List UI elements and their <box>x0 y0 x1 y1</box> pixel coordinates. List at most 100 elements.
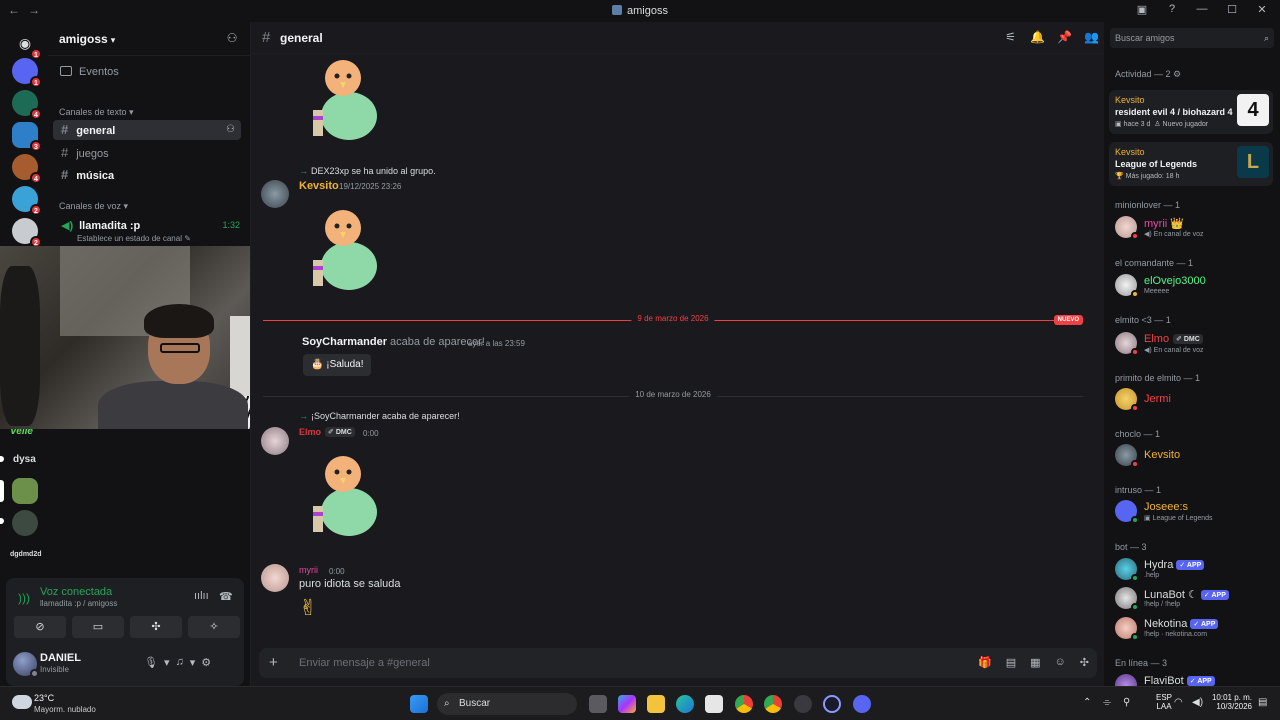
avatar[interactable] <box>261 427 289 455</box>
cloud-icon[interactable] <box>12 695 32 709</box>
member-item[interactable]: LunaBot ☾ ✓ APP !help / !help <box>1115 585 1275 613</box>
member-item[interactable]: Joseee:s ▣ League of Legends <box>1115 498 1275 526</box>
member-item[interactable]: myrii 👑 ◀) En canal de voz <box>1115 214 1275 242</box>
notification-icon[interactable]: ▤ <box>1258 697 1267 708</box>
plus-icon[interactable]: + <box>269 654 278 671</box>
weather-temp[interactable]: 23°C <box>34 693 54 703</box>
gif-icon[interactable]: ▤ <box>1006 656 1016 669</box>
server-icon-8[interactable] <box>12 510 38 536</box>
message-author[interactable]: SoyCharmander acaba de aparecer! <box>302 336 485 348</box>
bell-icon[interactable]: 🔔 <box>1030 30 1045 44</box>
server-icon-4[interactable]: 4 <box>12 154 42 184</box>
pin-icon[interactable]: 📌 <box>1057 30 1072 44</box>
avatar[interactable] <box>261 180 289 208</box>
emoji-icon[interactable]: ☺ <box>1055 656 1066 669</box>
edge-icon[interactable] <box>676 695 694 713</box>
mic-icon[interactable]: 🎙 <box>144 656 158 669</box>
activity-card[interactable]: Kevsito resident evil 4 / biohazard 4 ▣ … <box>1109 90 1273 134</box>
steam-icon[interactable] <box>794 695 812 713</box>
activity-card[interactable]: Kevsito League of Legends 🏆 Más jugado: … <box>1109 142 1273 186</box>
channel-musica[interactable]: # música <box>53 165 241 185</box>
member-item[interactable]: FlaviBot ✓ APP <box>1115 672 1275 686</box>
soundboard-button[interactable]: ✧ <box>188 616 240 638</box>
network-icon[interactable]: ⌯ <box>1103 697 1111 708</box>
member-item[interactable]: Hydra ✓ APP .help <box>1115 556 1275 584</box>
vpn-icon[interactable]: ⚲ <box>1123 697 1130 708</box>
member-item[interactable]: Jermi <box>1115 386 1275 414</box>
language-indicator[interactable]: ESP LAA <box>1156 693 1172 711</box>
new-messages-divider: 9 de marzo de 2026 NUEVO <box>263 314 1083 325</box>
copilot-icon[interactable] <box>618 695 636 713</box>
headphones-icon[interactable]: ♫ <box>176 656 184 669</box>
text-category[interactable]: Canales de texto ▾ <box>59 107 134 118</box>
inbox-icon[interactable]: ▣ <box>1134 3 1150 16</box>
member-sub: .help <box>1144 572 1160 579</box>
server-icon-2[interactable]: 4 <box>12 90 42 120</box>
apps-icon[interactable]: ✣ <box>1080 656 1089 669</box>
message-composer[interactable]: + Enviar mensaje a #general 🎁 ▤ ▦ ☺ ✣ <box>259 648 1097 678</box>
chrome-profile-icon[interactable] <box>764 695 782 713</box>
taskbar-search[interactable]: ⌕ Buscar <box>437 693 577 715</box>
events-link[interactable]: Eventos <box>60 66 119 78</box>
add-friend-icon[interactable]: ⚇ <box>224 31 240 47</box>
group-header: bot — 3 <box>1115 542 1147 552</box>
channel-general[interactable]: # general ⚇ <box>53 120 241 140</box>
chevron-down-icon[interactable]: ▾ <box>164 656 170 669</box>
threads-icon[interactable]: ⚟ <box>1003 30 1018 44</box>
volume-icon[interactable]: ◀) <box>1192 697 1203 708</box>
voice-connected-label[interactable]: Voz conectada <box>40 586 112 598</box>
gear-icon[interactable]: ⚙ <box>201 656 211 669</box>
maximize-button[interactable]: ☐ <box>1224 3 1240 16</box>
channel-juegos[interactable]: # juegos <box>53 143 241 163</box>
server-icon-3[interactable]: 3 <box>12 122 42 152</box>
file-explorer-icon[interactable] <box>647 695 665 713</box>
close-button[interactable]: ✕ <box>1254 3 1270 16</box>
chrome-icon[interactable] <box>735 695 753 713</box>
voice-channel[interactable]: ◀) llamadita :p <box>61 219 140 232</box>
store-icon[interactable] <box>705 695 723 713</box>
search-input[interactable]: Buscar amigos ⌕ <box>1110 28 1274 48</box>
server-icon-dm[interactable]: 1 <box>12 58 42 88</box>
message-author[interactable]: Kevsito <box>299 180 339 192</box>
chevron-down-icon[interactable]: ▾ <box>190 656 196 669</box>
chevron-up-icon[interactable]: ⌃ <box>1083 697 1091 708</box>
member-item[interactable]: Nekotina ✓ APP !help · nekotina.com <box>1115 615 1275 643</box>
member-item[interactable]: elOvejo3000 Meeeee <box>1115 272 1275 300</box>
composer-input[interactable]: Enviar mensaje a #general <box>299 657 430 669</box>
message-author[interactable]: Elmo ✐ DMC <box>299 427 355 437</box>
noise-suppression-icon[interactable]: ıılıı <box>194 590 209 602</box>
server-icon-7[interactable] <box>12 478 38 504</box>
minimize-button[interactable]: — <box>1194 3 1210 16</box>
members-icon[interactable]: 👥 <box>1084 30 1099 44</box>
server-icon-6[interactable]: 2 <box>12 218 42 248</box>
member-item[interactable]: Kevsito <box>1115 442 1275 470</box>
server-icon-5[interactable]: 2 <box>12 186 42 216</box>
weather-desc[interactable]: Mayorm. nublado <box>34 705 96 714</box>
activities-button[interactable]: ✣ <box>130 616 182 638</box>
windows-start-icon[interactable] <box>410 695 428 713</box>
screen-share-button[interactable]: ▭ <box>72 616 124 638</box>
avatar[interactable] <box>13 652 39 678</box>
server-label-dysa[interactable]: dysa <box>13 454 36 465</box>
voice-status[interactable]: Establece un estado de canal ✎ <box>77 234 191 243</box>
gift-icon[interactable]: 🎁 <box>978 656 992 669</box>
server-label-dgdmd2d[interactable]: dgdmd2d <box>10 551 42 558</box>
voice-category[interactable]: Canales de voz ▾ <box>59 201 128 212</box>
camera-off-button[interactable]: ⊘ <box>14 616 66 638</box>
discord-icon[interactable] <box>853 695 871 713</box>
clock[interactable]: 10:01 p. m. 10/3/2026 <box>1212 693 1252 711</box>
sticker-icon[interactable]: ▦ <box>1030 656 1040 669</box>
message-author[interactable]: myrii <box>299 565 318 575</box>
task-view-icon[interactable] <box>589 695 607 713</box>
discord-home-icon[interactable]: ◉ 1 <box>12 30 42 60</box>
group-header: el comandante — 1 <box>1115 258 1194 268</box>
wave-button[interactable]: 🎂 ¡Saluda! <box>303 354 372 376</box>
avatar[interactable] <box>261 564 289 592</box>
disconnect-icon[interactable]: ☎ <box>219 590 233 603</box>
app-icon[interactable] <box>823 695 841 713</box>
wifi-icon[interactable]: ◠ <box>1174 697 1183 708</box>
member-item[interactable]: Elmo ✐ DMC ◀) En canal de voz <box>1115 330 1275 358</box>
server-name[interactable]: amigoss ▾ <box>59 32 115 46</box>
help-icon[interactable]: ? <box>1164 3 1180 16</box>
username[interactable]: DANIEL <box>40 652 81 664</box>
